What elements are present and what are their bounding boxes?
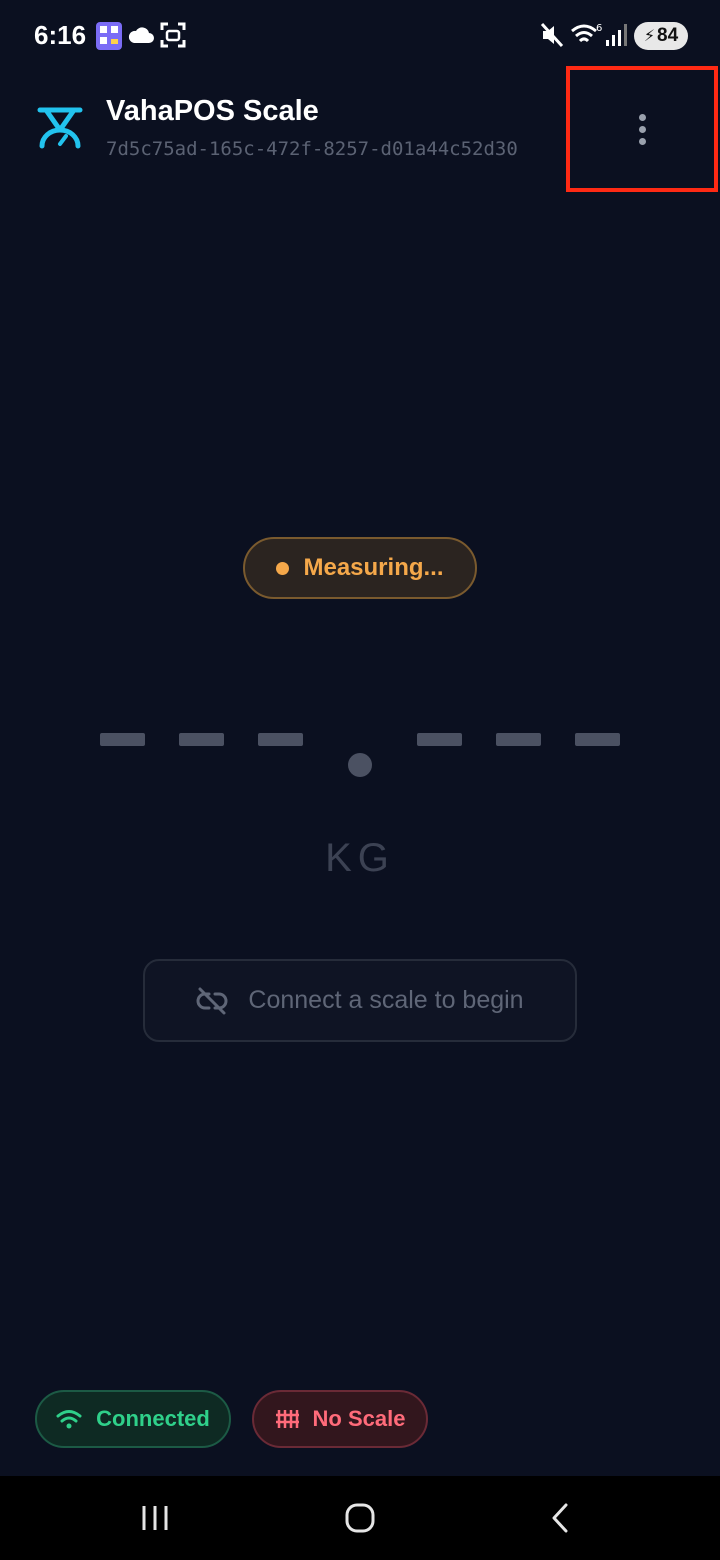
digit-placeholder: [179, 733, 224, 746]
home-icon: [345, 1503, 375, 1533]
back-icon: [552, 1503, 568, 1533]
unit-label: KG: [325, 836, 395, 880]
scale-logo-icon: [37, 107, 83, 149]
wifi-status-icon: 6: [571, 23, 602, 43]
connection-status-chip[interactable]: Connected: [35, 1390, 231, 1448]
recents-icon: [142, 1506, 168, 1530]
recents-button[interactable]: [130, 1496, 180, 1540]
connect-prompt-text: Connect a scale to begin: [248, 986, 524, 1014]
app-title: VahaPOS Scale: [106, 95, 319, 127]
measuring-status-pill: Measuring...: [243, 537, 477, 599]
qr-app-icon: [96, 22, 122, 50]
svg-text:6: 6: [596, 23, 602, 34]
scale-status-chip[interactable]: No Scale: [252, 1390, 428, 1448]
battery-level: 84: [657, 25, 679, 46]
device-id: 7d5c75ad-165c-472f-8257-d01a44c52d30: [106, 138, 518, 160]
more-vertical-icon: [638, 113, 646, 145]
link-off-icon: [196, 987, 228, 1014]
overflow-menu-button[interactable]: [566, 66, 718, 192]
cloud-icon: [128, 27, 154, 43]
battery-indicator: ⚡ 84: [634, 22, 688, 50]
digit-placeholder: [417, 733, 462, 746]
back-button[interactable]: [535, 1496, 585, 1540]
status-dot: [276, 561, 290, 575]
scale-status-label: No Scale: [312, 1406, 406, 1431]
mute-icon: [540, 22, 564, 48]
digit-placeholder: [496, 733, 541, 746]
status-bar: 6:16 6 ⚡ 84: [0, 0, 720, 72]
wifi-icon: [56, 1410, 82, 1429]
system-nav-bar: [0, 1476, 720, 1560]
screenshot-icon: [160, 22, 186, 48]
digit-placeholder: [258, 733, 303, 746]
charging-icon: ⚡: [643, 28, 656, 45]
signal-icon: [606, 24, 627, 46]
digit-placeholder: [575, 733, 620, 746]
home-button[interactable]: [335, 1496, 385, 1540]
scale-sliders-icon: [275, 1410, 299, 1428]
status-time: 6:16: [34, 20, 87, 50]
decimal-point: [348, 753, 372, 777]
connect-scale-prompt[interactable]: Connect a scale to begin: [143, 959, 577, 1042]
connection-status-label: Connected: [96, 1406, 210, 1431]
measuring-label: Measuring...: [303, 554, 444, 581]
digit-placeholder: [100, 733, 145, 746]
